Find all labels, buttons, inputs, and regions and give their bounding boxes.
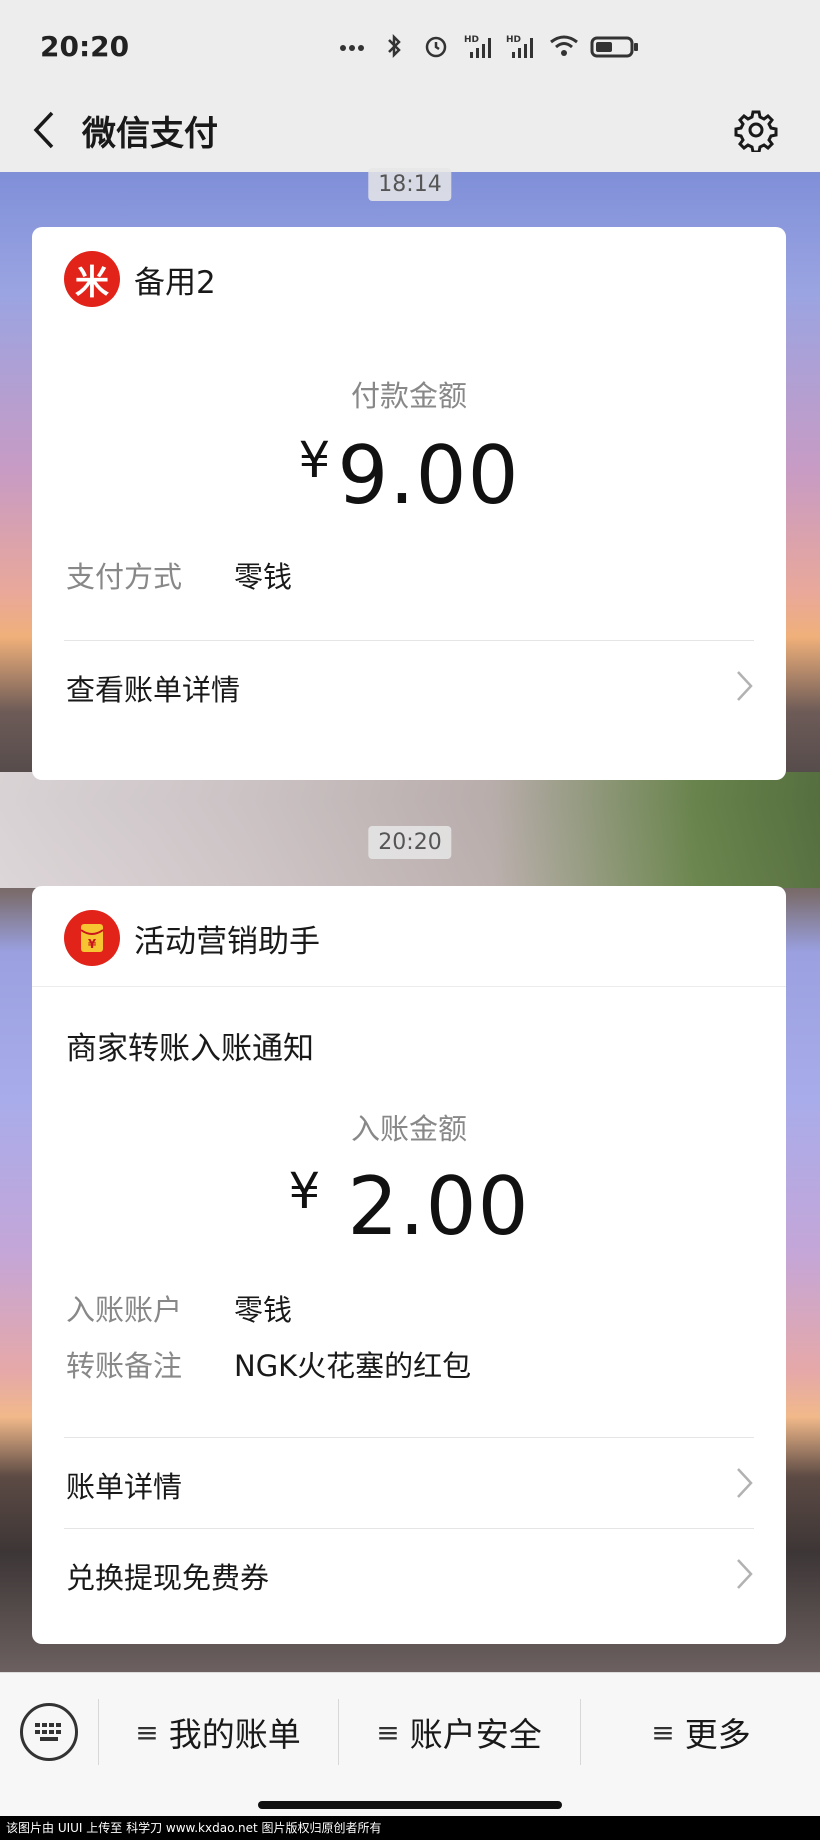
more-dots-icon [338,32,366,60]
menu-divider [580,1699,581,1765]
svg-text:HD: HD [506,35,521,45]
link-label: 兑换提现免费券 [66,1561,270,1595]
detail-row: 支付方式 零钱 [32,554,786,610]
red-packet-icon: ¥ [80,924,104,952]
menu-label: 我的账单 [168,1715,301,1754]
redeem-coupon-link[interactable]: 兑换提现免费券 [64,1528,754,1619]
bill-details-link[interactable]: 账单详情 [64,1437,754,1528]
divider [32,986,786,987]
chevron-right-icon [737,1468,753,1498]
keyboard-toggle-button[interactable] [20,1703,78,1761]
amount-label: 付款金额 [350,379,467,413]
merchant-logo: ¥ [64,910,120,966]
back-button[interactable] [22,100,66,160]
notification-title: 商家转账入账通知 [66,1031,314,1067]
page-title: 微信支付 [82,114,218,154]
menu-my-bills[interactable]: ≡ 我的账单 [100,1693,336,1771]
menu-divider [338,1699,339,1765]
link-label: 查看账单详情 [66,673,241,707]
chevron-left-icon [33,111,54,149]
merchant-name: 备用2 [134,265,216,301]
menu-label: 更多 [684,1715,751,1754]
svg-text:¥: ¥ [88,937,97,951]
battery-icon [590,32,640,60]
chevron-right-icon [737,671,753,701]
currency-symbol: ¥ [288,1162,322,1220]
menu-list-icon: ≡ [376,1715,400,1749]
menu-list-icon: ≡ [135,1715,159,1749]
amount-number: 9.00 [337,429,520,522]
wifi-icon [548,32,578,60]
message-timestamp: 18:14 [368,168,452,201]
home-indicator[interactable] [258,1801,562,1809]
detail-row: 转账备注 NGK火花塞的红包 [32,1343,786,1399]
transfer-card[interactable]: ¥ 活动营销助手 商家转账入账通知 入账金额 ¥2.00 入账账户 零钱 转账备… [32,886,786,1644]
alarm-icon [422,32,450,60]
status-time: 20:20 [40,30,130,63]
signal-hd-icon: HD [506,32,534,60]
bluetooth-icon [380,32,408,60]
merchant-name: 活动营销助手 [134,924,320,960]
signal-hd-icon: HD [464,32,492,60]
detail-value: 零钱 [234,560,293,594]
view-bill-details-link[interactable]: 查看账单详情 [64,640,754,731]
chevron-right-icon [737,1559,753,1589]
gear-icon [734,110,778,152]
svg-text:HD: HD [464,35,479,45]
amount-value: ¥2.00 [32,1160,786,1253]
merchant-logo: 米 [64,251,120,307]
menu-more[interactable]: ≡ 更多 [582,1693,820,1771]
link-label: 账单详情 [66,1470,183,1504]
amount-value: ¥9.00 [32,429,786,522]
watermark-note: 该图片由 UIUI 上传至 科学刀 www.kxdao.net 图片版权归原创者… [0,1816,820,1840]
amount-label: 入账金额 [350,1112,467,1146]
detail-key: 支付方式 [66,560,183,594]
nav-bar: 微信支付 [0,96,820,172]
menu-divider [98,1699,99,1765]
menu-list-icon: ≡ [651,1715,675,1749]
currency-symbol: ¥ [298,431,332,489]
status-icons: HD HD [338,32,640,60]
amount-number: 2.00 [347,1160,530,1253]
detail-key: 转账备注 [66,1349,183,1383]
message-timestamp: 20:20 [368,826,452,859]
keyboard-icon [35,1723,61,1741]
bottom-menu-bar: ≡ 我的账单 ≡ 账户安全 ≡ 更多 该图片由 UIUI 上传至 科学刀 www… [0,1672,820,1840]
menu-account-security[interactable]: ≡ 账户安全 [340,1693,578,1771]
detail-row: 入账账户 零钱 [32,1287,786,1343]
card-header: ¥ 活动营销助手 [32,886,786,986]
card-header: 米 备用2 [32,227,786,327]
menu-label: 账户安全 [409,1715,542,1754]
detail-key: 入账账户 [66,1293,183,1327]
settings-button[interactable] [728,102,784,158]
payment-card[interactable]: 米 备用2 付款金额 ¥9.00 支付方式 零钱 查看账单详情 [32,227,786,780]
detail-value: 零钱 [234,1293,293,1327]
status-bar: 20:20 HD HD [0,0,820,96]
detail-value: NGK火花塞的红包 [234,1349,472,1383]
